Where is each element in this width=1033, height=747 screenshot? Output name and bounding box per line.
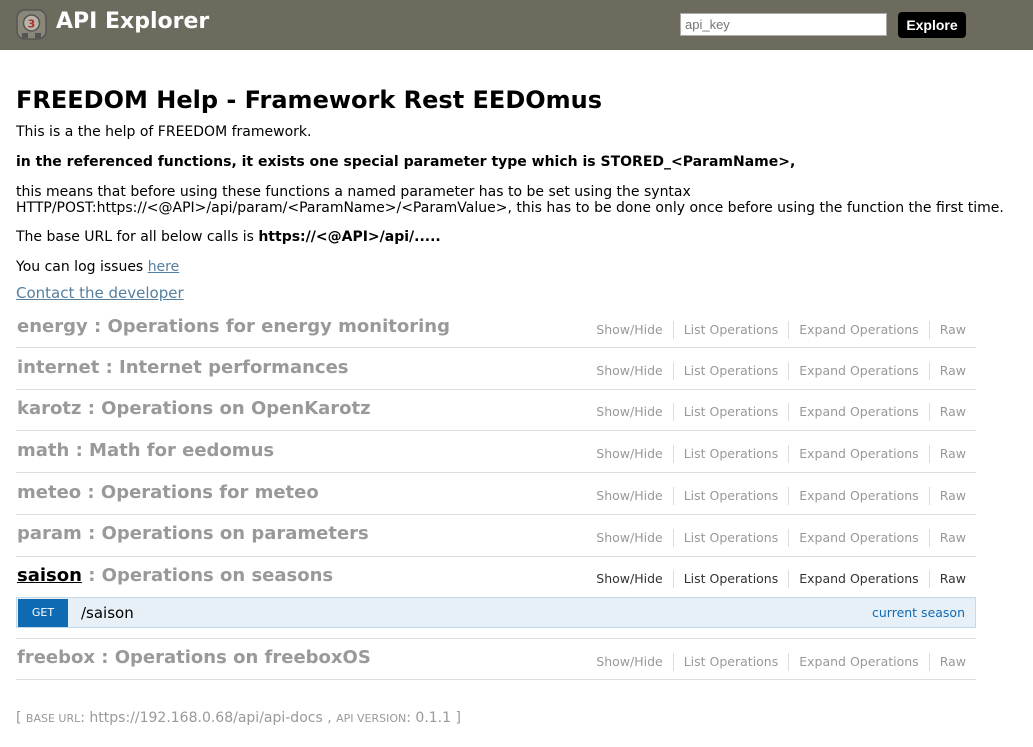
info-issues-line: You can log issues here	[16, 259, 179, 275]
expand-operations-link[interactable]: Expand Operations	[789, 529, 930, 547]
list-operations-link[interactable]: List Operations	[674, 403, 790, 421]
api-version-label: api version	[336, 712, 407, 725]
raw-link[interactable]: Raw	[930, 487, 976, 505]
expand-operations-link[interactable]: Expand Operations	[789, 445, 930, 463]
show-hide-link[interactable]: Show/Hide	[586, 529, 674, 547]
resource-freebox: freebox : Operations on freeboxOS Show/H…	[16, 638, 976, 680]
page-title: FREEDOM Help - Framework Rest EEDOmus	[16, 86, 603, 114]
raw-link[interactable]: Raw	[930, 403, 976, 421]
base-url-value: https://<@API>/api/.....	[258, 229, 441, 245]
show-hide-link[interactable]: Show/Hide	[586, 403, 674, 421]
resource-meteo: meteo : Operations for meteo Show/Hide L…	[16, 473, 976, 515]
list-operations-link[interactable]: List Operations	[674, 445, 790, 463]
list-operations-link[interactable]: List Operations	[674, 570, 790, 588]
resource-title[interactable]: meteo : Operations for meteo	[17, 482, 319, 503]
issues-label: You can log issues	[16, 259, 148, 275]
resource-title[interactable]: saison : Operations on seasons	[17, 565, 333, 586]
base-url-label: base url	[25, 712, 81, 725]
base-url-value: : https://192.168.0.68/api/api-docs ,	[80, 710, 337, 726]
resource-karotz: karotz : Operations on OpenKarotz Show/H…	[16, 389, 976, 431]
contact-developer-link[interactable]: Contact the developer	[16, 284, 184, 302]
endpoint-get-saison[interactable]: GET /saison current season	[16, 597, 976, 628]
resource-title[interactable]: freebox : Operations on freeboxOS	[17, 647, 371, 668]
resource-saison: saison : Operations on seasons Show/Hide…	[16, 556, 976, 598]
resource-title[interactable]: energy : Operations for energy monitorin…	[17, 316, 450, 337]
explore-button[interactable]: Explore	[898, 12, 966, 38]
resource-energy: energy : Operations for energy monitorin…	[16, 306, 976, 348]
raw-link[interactable]: Raw	[930, 445, 976, 463]
top-header: 3 API Explorer Explore	[0, 0, 1033, 50]
raw-link[interactable]: Raw	[930, 570, 976, 588]
resource-operations: Show/Hide List Operations Expand Operati…	[586, 321, 976, 339]
resource-param: param : Operations on parameters Show/Hi…	[16, 515, 976, 557]
info-base-url-line: The base URL for all below calls is http…	[16, 229, 441, 245]
list-operations-link[interactable]: List Operations	[674, 321, 790, 339]
expand-operations-link[interactable]: Expand Operations	[789, 570, 930, 588]
show-hide-link[interactable]: Show/Hide	[586, 570, 674, 588]
resource-operations: Show/Hide List Operations Expand Operati…	[586, 653, 976, 671]
show-hide-link[interactable]: Show/Hide	[586, 445, 674, 463]
resource-operations: Show/Hide List Operations Expand Operati…	[586, 529, 976, 547]
list-operations-link[interactable]: List Operations	[674, 653, 790, 671]
info-syntax-line1: this means that before using these funct…	[16, 184, 691, 200]
info-special-parameter: in the referenced functions, it exists o…	[16, 154, 796, 170]
expand-operations-link[interactable]: Expand Operations	[789, 321, 930, 339]
info-description: This is a the help of FREEDOM framework.	[16, 124, 312, 140]
http-method-badge[interactable]: GET	[18, 599, 68, 627]
show-hide-link[interactable]: Show/Hide	[586, 653, 674, 671]
raw-link[interactable]: Raw	[930, 362, 976, 380]
info-syntax-line2: HTTP/POST:https://<@API>/api/param/<Para…	[16, 200, 1004, 216]
app-title: API Explorer	[56, 9, 210, 34]
endpoint-summary[interactable]: current season	[872, 605, 965, 620]
resource-title[interactable]: karotz : Operations on OpenKarotz	[17, 398, 371, 419]
base-url-label: The base URL for all below calls is	[16, 229, 259, 245]
list-operations-link[interactable]: List Operations	[674, 362, 790, 380]
resource-title[interactable]: internet : Internet performances	[17, 357, 349, 378]
endpoint-path[interactable]: /saison	[81, 604, 134, 622]
resource-internet: internet : Internet performances Show/Hi…	[16, 348, 976, 390]
expand-operations-link[interactable]: Expand Operations	[789, 362, 930, 380]
footer-open-bracket: [	[16, 710, 26, 726]
show-hide-link[interactable]: Show/Hide	[586, 487, 674, 505]
expand-operations-link[interactable]: Expand Operations	[789, 487, 930, 505]
svg-text:3: 3	[28, 18, 36, 31]
resource-title[interactable]: math : Math for eedomus	[17, 440, 274, 461]
resource-math: math : Math for eedomus Show/Hide List O…	[16, 431, 976, 473]
app-logo-icon: 3	[16, 9, 47, 40]
resource-operations: Show/Hide List Operations Expand Operati…	[586, 403, 976, 421]
api-footer: [ base url: https://192.168.0.68/api/api…	[16, 710, 461, 726]
issues-link[interactable]: here	[148, 259, 180, 275]
list-operations-link[interactable]: List Operations	[674, 529, 790, 547]
expand-operations-link[interactable]: Expand Operations	[789, 403, 930, 421]
resource-operations: Show/Hide List Operations Expand Operati…	[586, 445, 976, 463]
raw-link[interactable]: Raw	[930, 653, 976, 671]
resource-operations: Show/Hide List Operations Expand Operati…	[586, 487, 976, 505]
raw-link[interactable]: Raw	[930, 529, 976, 547]
api-version-value: : 0.1.1 ]	[406, 710, 461, 726]
list-operations-link[interactable]: List Operations	[674, 487, 790, 505]
api-key-input[interactable]	[680, 13, 887, 36]
raw-link[interactable]: Raw	[930, 321, 976, 339]
resource-operations: Show/Hide List Operations Expand Operati…	[586, 362, 976, 380]
expand-operations-link[interactable]: Expand Operations	[789, 653, 930, 671]
show-hide-link[interactable]: Show/Hide	[586, 321, 674, 339]
resource-title[interactable]: param : Operations on parameters	[17, 523, 369, 544]
show-hide-link[interactable]: Show/Hide	[586, 362, 674, 380]
resource-operations: Show/Hide List Operations Expand Operati…	[586, 570, 976, 588]
